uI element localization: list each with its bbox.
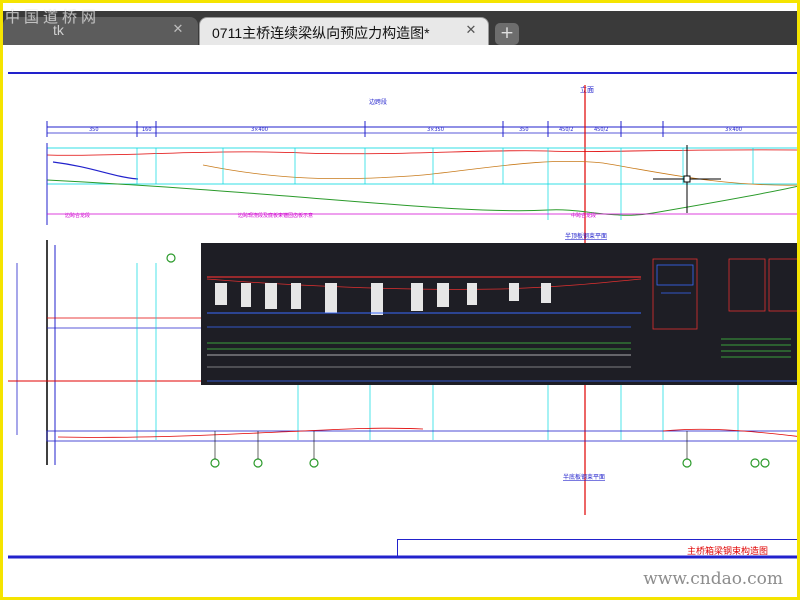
tab-drawing[interactable]: 0711主桥连续梁纵向预应力构造图* ✕ — [199, 17, 489, 45]
overlay-drawing-panel[interactable] — [201, 243, 800, 385]
plan-title-bottom: 半底板钢束平面 — [563, 473, 605, 481]
tendon-blue — [52, 161, 139, 180]
dim-label: 350 — [89, 127, 99, 133]
tab-bar: tk ✕ 0711主桥连续梁纵向预应力构造图* ✕ + — [3, 11, 797, 45]
section-label: 边跨段 — [369, 98, 387, 106]
new-tab-button[interactable]: + — [495, 23, 519, 45]
inset-section-views — [652, 258, 797, 330]
tab-drawing-label: 0711主桥连续梁纵向预应力构造图* — [212, 25, 430, 41]
dim-label: 3×400 — [251, 127, 268, 133]
dim-label: 450/2 — [559, 127, 573, 133]
note-mid: 边跨现浇段及底板束锚固齿板示意 — [238, 212, 313, 219]
tab-tk-close-icon[interactable]: ✕ — [171, 23, 185, 37]
watermark-top: 中国道桥网 — [5, 8, 101, 26]
elevation-title: 立面 — [580, 85, 594, 94]
plan-bottom-tendon — [57, 427, 424, 438]
dim-label: 450/2 — [594, 127, 608, 133]
dim-label: 3×400 — [725, 127, 742, 133]
dim-label: 350 — [519, 127, 529, 133]
plan-bottom-tendon-2 — [662, 428, 797, 437]
tendon-orange — [202, 160, 797, 186]
inset-legend-lines — [721, 338, 791, 358]
cad-viewer-window: tk ✕ 0711主桥连续梁纵向预应力构造图* ✕ + 中国道桥网 350 16… — [0, 0, 800, 600]
inset-piers — [215, 283, 551, 315]
note-right: 中跨合龙段 — [571, 212, 596, 219]
marker-stems — [214, 431, 688, 459]
dim-label: 3×350 — [427, 127, 444, 133]
drawing-canvas[interactable]: 350 160 3×400 3×350 350 450/2 450/2 3×40… — [3, 45, 800, 597]
watermark-bottom: www.cndao.com — [643, 569, 783, 589]
plan-title-top: 半顶板钢束平面 — [565, 232, 607, 240]
dim-label: 160 — [142, 127, 152, 133]
sheet-title: 主桥箱梁钢束构造图 — [687, 547, 769, 557]
tab-drawing-close-icon[interactable]: ✕ — [464, 24, 478, 38]
dimension-labels: 350 160 3×400 3×350 350 450/2 450/2 3×40… — [89, 127, 742, 133]
inset-section-blue — [656, 264, 694, 294]
note-left: 边跨合龙段 — [65, 212, 90, 219]
